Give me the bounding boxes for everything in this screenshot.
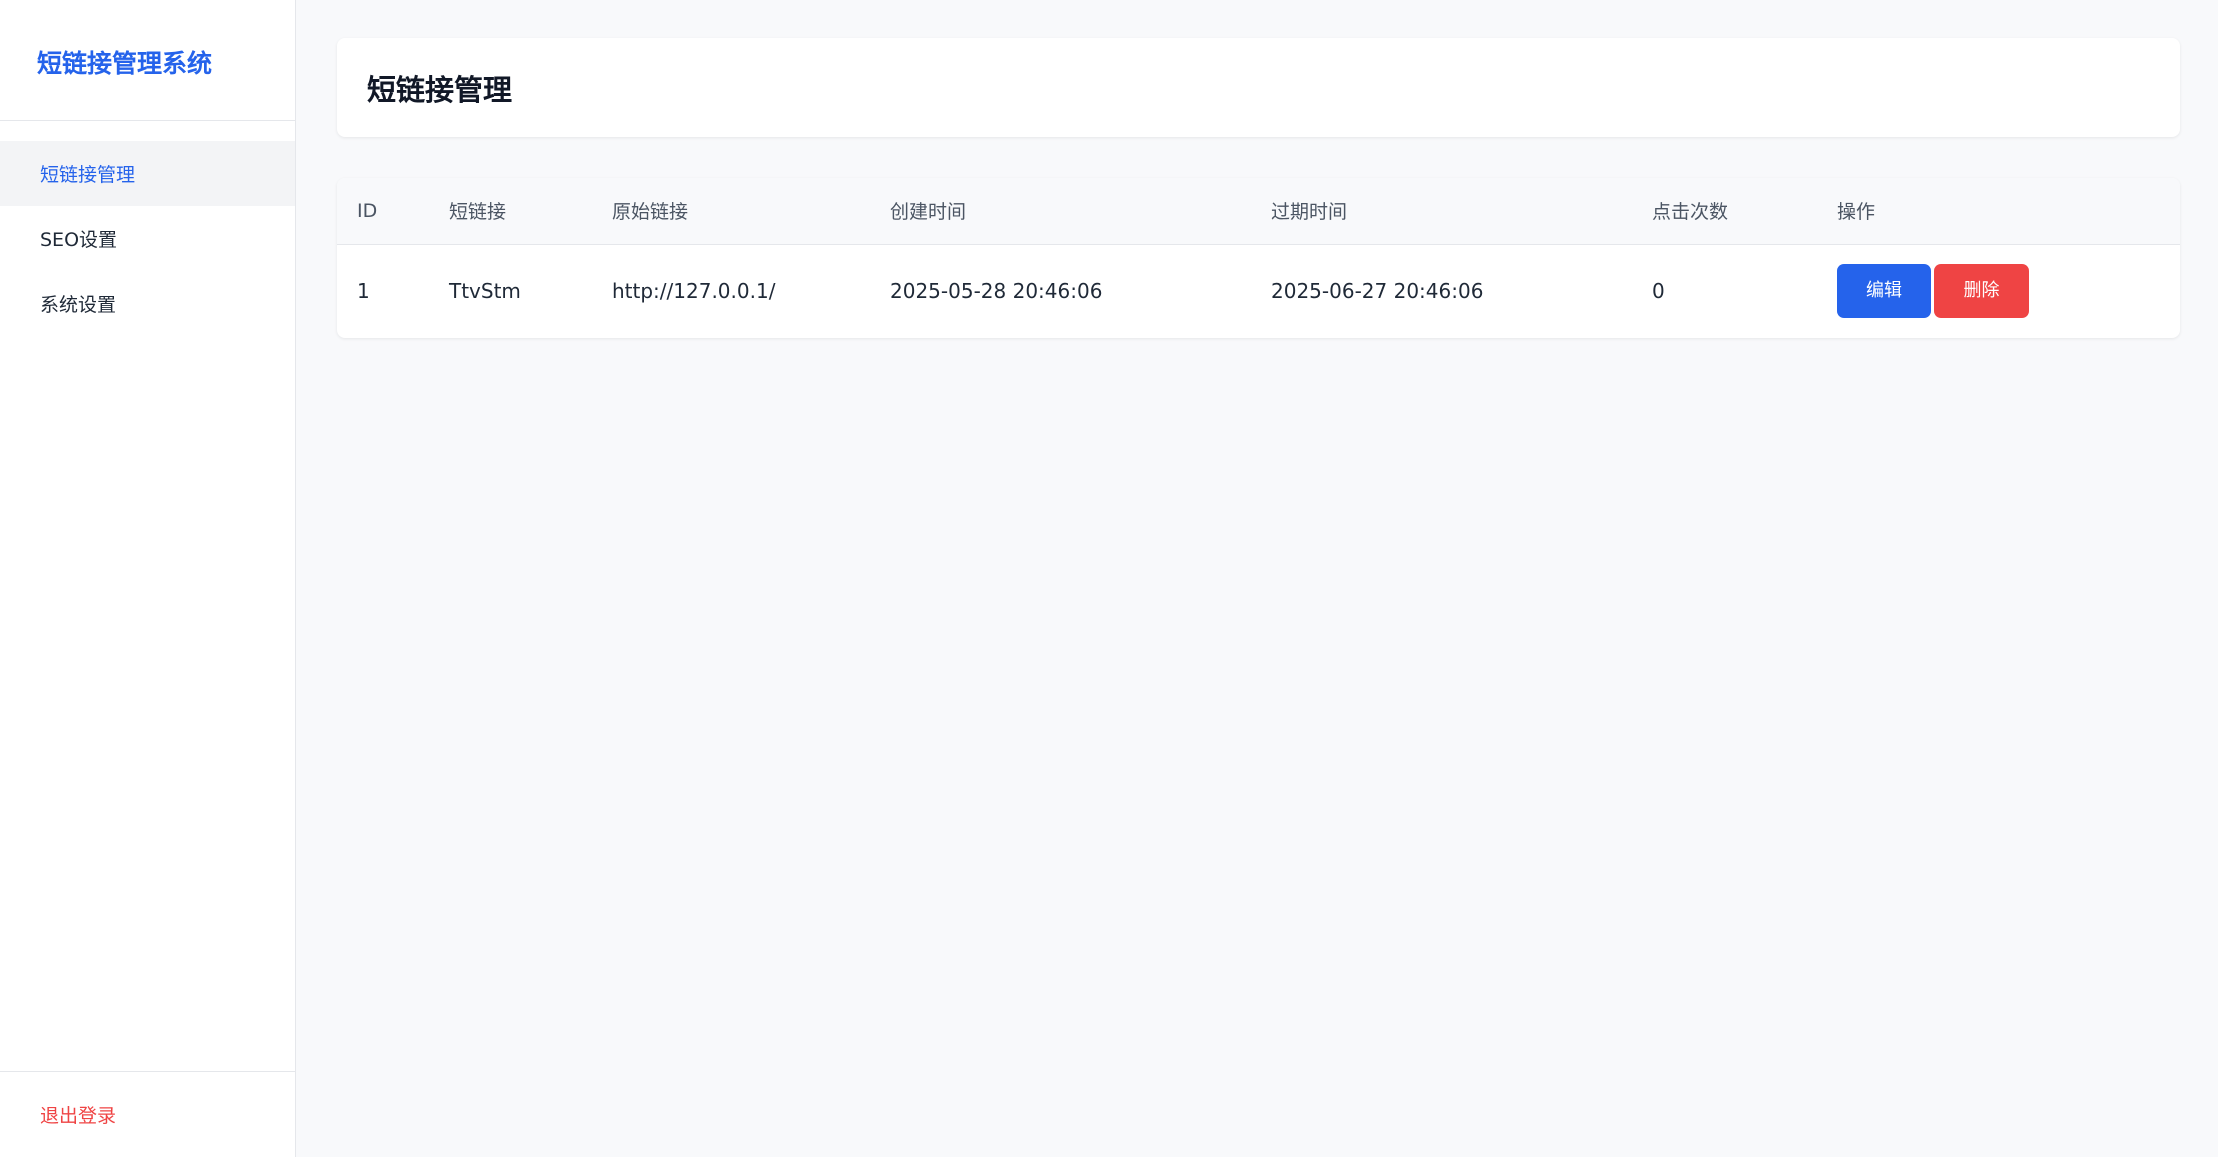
page-title: 短链接管理	[367, 72, 513, 107]
column-header-original-link: 原始链接	[612, 201, 689, 224]
cell-original-link: http://127.0.0.1/	[612, 279, 776, 304]
logout-link[interactable]: 退出登录	[40, 1101, 116, 1128]
table-row: 1 TtvStm http://127.0.0.1/ 2025-05-28 20…	[337, 244, 2180, 338]
column-header-created-time: 创建时间	[890, 201, 967, 224]
sidebar-item-seo-settings[interactable]: SEO设置	[0, 206, 295, 271]
column-header-id: ID	[357, 199, 378, 222]
sidebar-nav: 短链接管理 SEO设置 系统设置	[0, 141, 295, 336]
table-header: ID 短链接 原始链接 创建时间 过期时间 点击次数 操作	[337, 178, 2180, 244]
edit-button[interactable]: 编辑	[1837, 264, 1931, 319]
table-body: 1 TtvStm http://127.0.0.1/ 2025-05-28 20…	[337, 244, 2180, 338]
cell-actions: 编辑 删除	[1817, 244, 2180, 338]
column-header-expire-time: 过期时间	[1271, 201, 1348, 224]
page-header: 短链接管理	[337, 38, 2180, 137]
short-links-table-card: ID 短链接 原始链接 创建时间 过期时间 点击次数 操作 1 TtvStm h…	[337, 178, 2180, 338]
delete-button[interactable]: 删除	[1934, 264, 2029, 319]
table-header-row: ID 短链接 原始链接 创建时间 过期时间 点击次数 操作	[337, 178, 2180, 244]
app-brand-title: 短链接管理系统	[0, 0, 295, 121]
column-header-click-count: 点击次数	[1652, 201, 1729, 224]
sidebar: 短链接管理系统 短链接管理 SEO设置 系统设置 退出登录	[0, 0, 296, 1157]
sidebar-item-short-links[interactable]: 短链接管理	[0, 141, 295, 206]
cell-click-count: 0	[1652, 279, 1665, 304]
short-links-table: ID 短链接 原始链接 创建时间 过期时间 点击次数 操作 1 TtvStm h…	[337, 178, 2180, 338]
cell-id: 1	[357, 279, 370, 304]
cell-short-link: TtvStm	[449, 279, 521, 304]
column-header-short-link: 短链接	[449, 201, 507, 224]
sidebar-item-system-settings[interactable]: 系统设置	[0, 271, 295, 336]
main-content: 短链接管理 ID 短链接 原始链接 创建时间 过期时间 点击次数 操作 1 Tt…	[337, 38, 2180, 338]
cell-expire-time: 2025-06-27 20:46:06	[1271, 279, 1484, 304]
cell-created-time: 2025-05-28 20:46:06	[890, 279, 1103, 304]
sidebar-footer: 退出登录	[0, 1071, 295, 1157]
column-header-actions: 操作	[1837, 201, 1876, 224]
